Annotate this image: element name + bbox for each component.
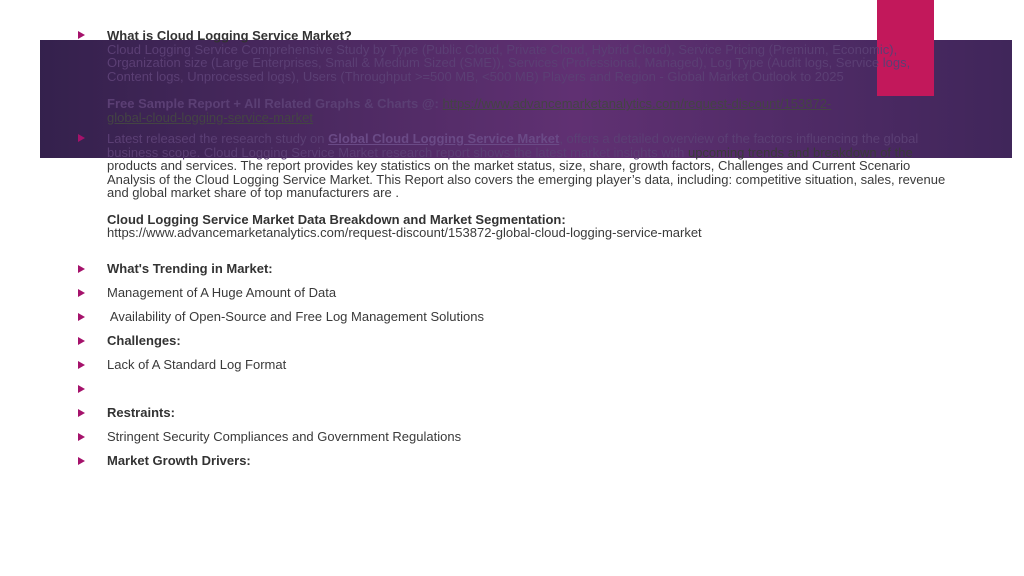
list-item-text: Lack of A Standard Log Format [107,356,287,372]
section-research-study: Latest released the research study on Gl… [78,132,958,240]
triangle-bullet-icon [78,336,85,345]
triangle-bullet-icon [78,360,85,369]
list-item-text: Market Growth Drivers: [107,452,251,468]
triangle-bullet-icon [78,264,85,273]
list-item: Lack of A Standard Log Format [78,353,958,377]
list-item: What's Trending in Market: [78,257,958,281]
list-item: Challenges: [78,329,958,353]
list-item-text: Restraints: [107,404,175,420]
list-item-text: Availability of Open-Source and Free Log… [107,308,484,324]
sample-report-link-cont-wrap: global-cloud-logging-service-market [107,110,958,125]
triangle-bullet-icon [78,31,85,39]
sample-report-link-cont[interactable]: global-cloud-logging-service-market [107,110,313,125]
list-item-text: Management of A Huge Amount of Data [107,284,337,300]
list-item-text: Challenges: [107,332,181,348]
section-heading: What is Cloud Logging Service Market? [107,28,352,43]
list-item-text: Stringent Security Compliances and Gover… [107,428,462,444]
list-item [78,377,958,401]
breakdown-url[interactable]: https://www.advancemarketanalytics.com/r… [107,226,958,240]
list-item: Management of A Huge Amount of Data [78,281,958,305]
breakdown-heading: Cloud Logging Service Market Data Breakd… [107,211,566,227]
key-points-list: What's Trending in Market: Management of … [78,257,958,473]
list-item: Stringent Security Compliances and Gover… [78,425,958,449]
triangle-bullet-icon [78,432,85,441]
slide-content: What is Cloud Logging Service Market? Cl… [78,0,958,473]
triangle-bullet-icon [78,408,85,417]
section-market-definition: What is Cloud Logging Service Market? Cl… [78,29,958,124]
research-paragraph: Latest released the research study on Gl… [107,132,958,200]
list-item: Restraints: [78,401,958,425]
sample-report-link[interactable]: https://www.advancemarketanalytics.com/r… [443,96,832,111]
triangle-bullet-icon [78,384,85,393]
triangle-bullet-icon [78,312,85,321]
triangle-bullet-icon [78,134,85,142]
list-item-text: What's Trending in Market: [107,260,273,276]
sample-report-line: Free Sample Report + All Related Graphs … [107,97,958,111]
triangle-bullet-icon [78,288,85,297]
list-item: Availability of Open-Source and Free Log… [78,305,958,329]
triangle-bullet-icon [78,456,85,465]
list-item: Market Growth Drivers: [78,449,958,473]
market-description: Cloud Logging Service Comprehensive Stud… [107,41,911,84]
